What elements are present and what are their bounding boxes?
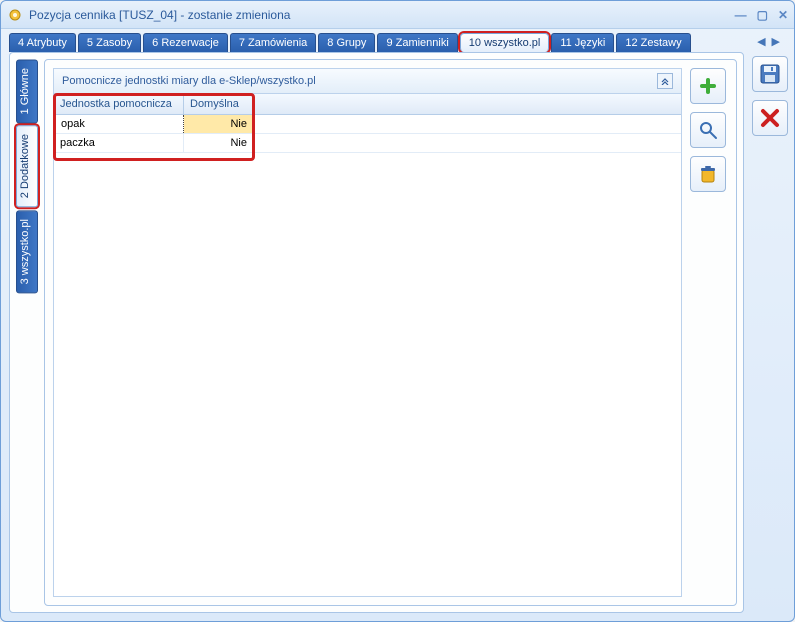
top-tabs-row: 4 Atrybuty 5 Zasoby 6 Rezerwacje 7 Zamów… bbox=[1, 29, 794, 52]
close-window-button[interactable]: ✕ bbox=[778, 8, 788, 22]
grid-panel: Pomocnicze jednostki miary dla e-Sklep/w… bbox=[53, 68, 682, 597]
column-unit[interactable]: Jednostka pomocnicza bbox=[54, 94, 184, 114]
floppy-disk-icon bbox=[758, 62, 782, 86]
maximize-button[interactable]: ▢ bbox=[757, 8, 768, 22]
titlebar: Pozycja cennika [TUSZ_04] - zostanie zmi… bbox=[1, 1, 794, 29]
cancel-button[interactable] bbox=[752, 100, 788, 136]
grid-columns: Jednostka pomocnicza Domyślna bbox=[54, 94, 681, 115]
window-action-buttons bbox=[752, 52, 794, 621]
window-controls: — ▢ ✕ bbox=[735, 8, 788, 22]
save-button[interactable] bbox=[752, 56, 788, 92]
tab-orders[interactable]: 7 Zamówienia bbox=[230, 33, 316, 52]
vtab-wszystko-pl[interactable]: 3 wszystko.pl bbox=[16, 210, 38, 293]
cell-unit: paczka bbox=[54, 134, 184, 152]
content-main: 1 Główne 2 Dodatkowe 3 wszystko.pl Pomoc… bbox=[1, 52, 752, 621]
close-x-icon bbox=[759, 107, 781, 129]
tab-substitutes[interactable]: 9 Zamienniki bbox=[377, 33, 457, 52]
vtab-main[interactable]: 1 Główne bbox=[16, 59, 38, 123]
delete-button[interactable] bbox=[690, 156, 726, 192]
tab-reservations[interactable]: 6 Rezerwacje bbox=[143, 33, 228, 52]
top-tabstrip: 4 Atrybuty 5 Zasoby 6 Rezerwacje 7 Zamów… bbox=[9, 33, 745, 52]
table-row[interactable]: opak Nie bbox=[54, 115, 681, 134]
tab-scroll-right[interactable]: ▶ bbox=[772, 35, 780, 48]
cell-default: Nie bbox=[184, 134, 254, 152]
inner-frame: Pomocnicze jednostki miary dla e-Sklep/w… bbox=[44, 59, 737, 606]
minimize-button[interactable]: — bbox=[735, 8, 747, 22]
tab-wszystko-pl[interactable]: 10 wszystko.pl bbox=[460, 33, 550, 52]
cell-unit: opak bbox=[54, 115, 184, 133]
window-title: Pozycja cennika [TUSZ_04] - zostanie zmi… bbox=[29, 8, 735, 22]
trash-icon bbox=[697, 163, 719, 185]
cell-default: Nie bbox=[184, 115, 254, 133]
tab-scroll-left[interactable]: ◀ bbox=[757, 35, 765, 48]
grid-panel-header: Pomocnicze jednostki miary dla e-Sklep/w… bbox=[54, 69, 681, 94]
magnifier-icon bbox=[697, 119, 719, 141]
column-spacer bbox=[254, 94, 681, 114]
add-button[interactable] bbox=[690, 68, 726, 104]
left-vertical-tabs: 1 Główne 2 Dodatkowe 3 wszystko.pl bbox=[16, 59, 38, 606]
plus-icon bbox=[697, 75, 719, 97]
tab-resources[interactable]: 5 Zasoby bbox=[78, 33, 141, 52]
tab-scroll-arrows: ◀ ▶ bbox=[745, 35, 786, 51]
grid-rows: opak Nie paczka Nie bbox=[54, 115, 681, 153]
app-icon bbox=[7, 7, 23, 23]
collapse-panel-button[interactable] bbox=[657, 73, 673, 89]
center-panel: Pomocnicze jednostki miary dla e-Sklep/w… bbox=[44, 59, 737, 606]
outer-frame: 1 Główne 2 Dodatkowe 3 wszystko.pl Pomoc… bbox=[9, 52, 744, 613]
search-button[interactable] bbox=[690, 112, 726, 148]
tab-languages[interactable]: 11 Języki bbox=[551, 33, 614, 52]
grid-action-buttons bbox=[688, 68, 728, 597]
app-window: Pozycja cennika [TUSZ_04] - zostanie zmi… bbox=[0, 0, 795, 622]
grid-panel-title: Pomocnicze jednostki miary dla e-Sklep/w… bbox=[62, 75, 316, 87]
tab-groups[interactable]: 8 Grupy bbox=[318, 33, 375, 52]
table-row[interactable]: paczka Nie bbox=[54, 134, 681, 153]
vtab-additional[interactable]: 2 Dodatkowe bbox=[16, 125, 38, 207]
tab-attributes[interactable]: 4 Atrybuty bbox=[9, 33, 76, 52]
tab-sets[interactable]: 12 Zestawy bbox=[616, 33, 690, 52]
column-default[interactable]: Domyślna bbox=[184, 94, 254, 114]
content-row: 1 Główne 2 Dodatkowe 3 wszystko.pl Pomoc… bbox=[1, 52, 794, 621]
